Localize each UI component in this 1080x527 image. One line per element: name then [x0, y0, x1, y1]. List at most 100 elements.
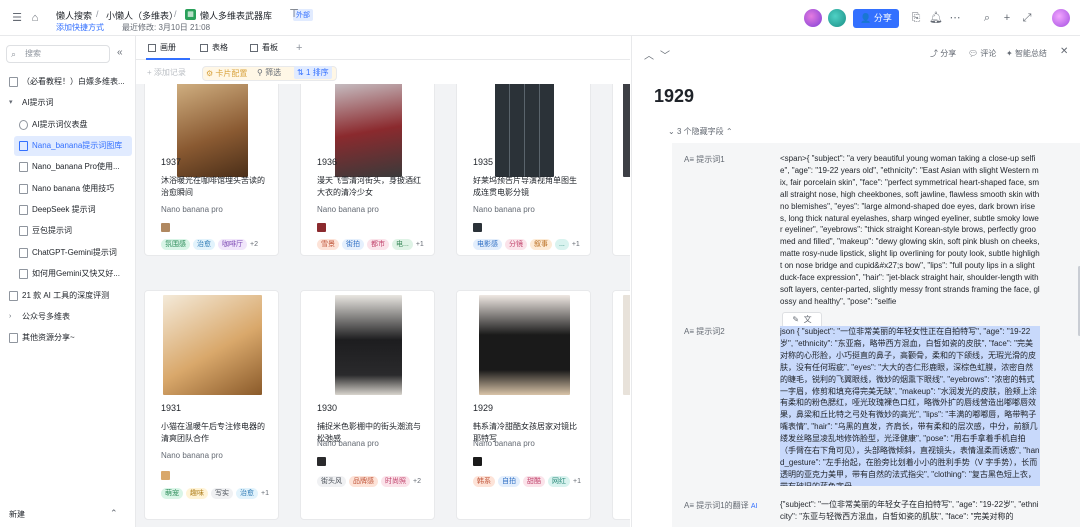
- tab-grid[interactable]: 表格: [198, 36, 242, 60]
- avatar[interactable]: [804, 9, 822, 27]
- comment-action[interactable]: 💬︎ 评论: [968, 48, 996, 59]
- sidebar-item-nano-tips[interactable]: Nano banana 使用技巧: [14, 179, 132, 199]
- tag-more: +1: [261, 490, 269, 497]
- field-value-prompt2[interactable]: json { "subject": "一位非常美丽的年轻女性正在自拍特写", "…: [780, 326, 1040, 486]
- sidebar-item-other-resources[interactable]: 其他资源分享~: [4, 328, 132, 348]
- card-thumbnail: [317, 457, 326, 466]
- table-icon: [19, 248, 28, 258]
- gallery-card[interactable]: 1937 沐浴暖光在咖啡馆埋头苦读的治愈瞬间 Nano banana pro 氛…: [144, 84, 279, 256]
- tag: 治愈: [193, 239, 215, 250]
- top-bar: ☰ ⌂ 懒人搜索 / 小懒人（多维表） / ▦ 懒人多维表武器库 外部 ⊤ 添加…: [0, 0, 1080, 36]
- card-model: Nano banana pro: [161, 205, 223, 214]
- card-number: 1931: [161, 403, 182, 413]
- breadcrumb-3[interactable]: 懒人多维表武器库: [200, 9, 272, 22]
- sidebar-search-input[interactable]: 搜索: [6, 45, 110, 63]
- tag: 分镜: [505, 239, 527, 250]
- summary-label: 智能总结: [1014, 49, 1047, 58]
- sidebar-item-label: AI提示词: [22, 98, 54, 107]
- expand-icon[interactable]: ⤢: [1020, 11, 1034, 25]
- tag: ...: [555, 239, 569, 250]
- card-tags: 韩系 自拍 甜酷 网红 +1: [473, 476, 581, 487]
- tag: 治愈: [236, 488, 258, 499]
- add-shortcut-link[interactable]: 添加快捷方式: [56, 22, 104, 33]
- tab-gallery[interactable]: 画册: [146, 36, 190, 60]
- breadcrumb-1[interactable]: 懒人搜索: [56, 9, 92, 22]
- menu-icon[interactable]: ☰: [10, 11, 24, 25]
- collapse-sidebar-icon[interactable]: «: [117, 47, 123, 58]
- view-toolbar: + 添加记录 ⚙ 卡片配置 ⚲ 筛选 ⇅ 1 排序: [136, 60, 630, 84]
- card-model: Nano banana pro: [473, 439, 535, 448]
- avatar[interactable]: [828, 9, 846, 27]
- home-icon[interactable]: ⌂: [28, 11, 42, 25]
- more-icon[interactable]: ⋯: [948, 11, 962, 25]
- breadcrumb-2[interactable]: 小懒人（多维表）: [106, 9, 178, 22]
- field-value-prompt1[interactable]: <span>{ "subject": "a very beautiful you…: [780, 153, 1040, 319]
- translate-icon[interactable]: 文: [804, 315, 812, 324]
- sidebar-item-dashboard[interactable]: AI提示词仪表盘: [14, 115, 132, 135]
- gallery-card[interactable]: 1936 漫天飞雪清河街头，身披酒红大衣的清冷少女 Nano banana pr…: [300, 84, 435, 256]
- card-cover-image: [613, 84, 630, 181]
- gallery-card[interactable]: 1935 好莱坞预告片导演视角单图生成连贯电影分镜 Nano banana pr…: [456, 84, 591, 256]
- sidebar-item-deepseek[interactable]: DeepSeek 提示词: [14, 200, 132, 220]
- chevron-up-icon[interactable]: ︿: [644, 47, 654, 62]
- tab-kanban[interactable]: 看板: [248, 36, 292, 60]
- tab-label: 画册: [160, 43, 176, 52]
- tag-more: +2: [250, 241, 258, 248]
- sidebar-item-nana-banana[interactable]: Nana_banana提示词图库: [14, 136, 132, 156]
- filter-label: 筛选: [265, 68, 282, 77]
- sidebar-item-doubao[interactable]: 豆包提示词: [14, 221, 132, 241]
- card-tags: 电影感 分镜 叙事... +1: [473, 239, 580, 250]
- gallery-card[interactable]: [612, 84, 630, 256]
- chevron-up-icon[interactable]: ⌃: [110, 508, 118, 519]
- gallery-card[interactable]: [612, 290, 630, 520]
- card-cover-image: [457, 291, 590, 399]
- share-button[interactable]: 👤 分享: [853, 9, 899, 28]
- tag: 雪景: [317, 239, 339, 250]
- smart-summary-action[interactable]: ✦ 智能总结: [1006, 48, 1047, 59]
- sidebar-item-ai-tools-review[interactable]: 21 款 AI 工具的深度评测: [4, 286, 132, 306]
- sidebar-item-chatgpt-gemini[interactable]: ChatGPT-Gemini提示词: [14, 243, 132, 263]
- shortcut-label[interactable]: 添加快捷方式: [56, 23, 104, 32]
- sidebar-item-nano-pro[interactable]: Nano_banana Pro使用...: [14, 157, 132, 177]
- add-record-button[interactable]: + 添加记录: [144, 66, 189, 79]
- new-button[interactable]: 新建: [9, 509, 25, 520]
- sort-button[interactable]: ⇅ 1 排序: [294, 66, 332, 79]
- field-value-translation[interactable]: {"subject": "一位非常美丽的年轻女子在自拍特写", "age": "…: [780, 499, 1040, 523]
- plus-icon[interactable]: +: [1000, 11, 1014, 25]
- close-icon[interactable]: ✕: [1060, 46, 1068, 57]
- search-icon[interactable]: ⌕: [980, 11, 994, 25]
- tag: 时尚照: [381, 476, 410, 487]
- gallery-icon: [148, 44, 156, 52]
- card-tags: 雪景 街拍 都市 电... +1: [317, 239, 424, 250]
- sidebar-item-ai-prompts[interactable]: ▾ AI提示词: [4, 93, 132, 113]
- export-icon[interactable]: ⎘: [909, 11, 923, 25]
- card-tags: 萌宠 趣味 写实 治愈 +1: [161, 488, 269, 499]
- sidebar-item-gemini-guide[interactable]: 如何用Gemini又快又好...: [14, 264, 132, 284]
- last-modified: 最近修改: 3月10日 21:08: [122, 23, 211, 32]
- card-title: 小猫在温暖午后专注修电器的清爽团队合作: [161, 422, 265, 443]
- user-avatar[interactable]: [1052, 9, 1070, 27]
- gallery-card[interactable]: 1930 捕捉米色影棚中的街头潮流与松弛感 Nano banana pro 街头…: [300, 290, 435, 520]
- share-action[interactable]: ⤴ 分享: [930, 48, 956, 59]
- gallery-card[interactable]: 1929 韩系清冷甜酷女孩居家对镜比耶特写 Nano banana pro 韩系…: [456, 290, 591, 520]
- field-label: 提示词1: [696, 155, 725, 164]
- tag: 叙事: [530, 239, 552, 250]
- hidden-fields-toggle[interactable]: ⌄ 3 个隐藏字段 ⌃: [668, 126, 733, 137]
- card-thumbnail: [473, 457, 482, 466]
- card-model: Nano banana pro: [317, 205, 379, 214]
- tag: 街拍: [342, 239, 364, 250]
- pin-icon[interactable]: ⊤: [287, 7, 301, 21]
- sort-icon: ⇅: [297, 68, 306, 77]
- bell-icon[interactable]: 🔔︎: [929, 11, 943, 25]
- filter-button[interactable]: ⚲ 筛选: [254, 66, 284, 79]
- card-cover-image: [145, 291, 278, 399]
- gallery-card[interactable]: 1931 小猫在温暖午后专注修电器的清爽团队合作 Nano banana pro…: [144, 290, 279, 520]
- chevron-down-icon[interactable]: ﹀: [660, 47, 670, 62]
- sidebar-item-official-account[interactable]: › 公众号多维表: [4, 307, 132, 327]
- highlight-icon[interactable]: ✎: [792, 315, 799, 324]
- tag-more: +2: [413, 478, 421, 485]
- tag: 咖啡厅: [218, 239, 247, 250]
- sidebar-item-tutorial[interactable]: （必看教程！）白嫖多维表...: [4, 72, 132, 92]
- field-label: 提示词1的翻译: [696, 501, 749, 510]
- add-view-button[interactable]: +: [292, 36, 312, 60]
